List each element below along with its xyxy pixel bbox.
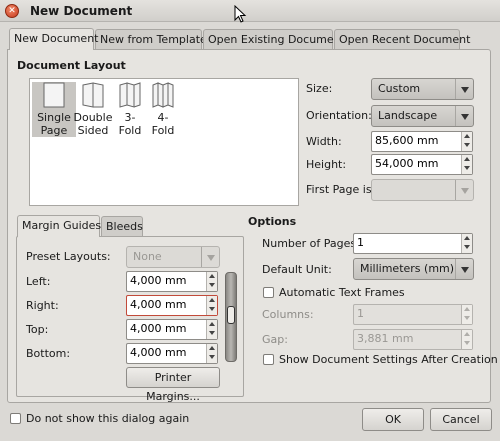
single-page-icon xyxy=(43,82,65,108)
cancel-button[interactable]: Cancel xyxy=(430,408,492,431)
columns-input[interactable] xyxy=(357,307,440,320)
options-heading: Options xyxy=(248,215,297,228)
layout-option-label: Page xyxy=(40,124,68,137)
height-spinbox[interactable] xyxy=(371,154,473,175)
number-of-pages-spinbox[interactable] xyxy=(353,233,473,254)
height-input[interactable] xyxy=(375,157,445,170)
ok-button[interactable]: OK xyxy=(362,408,424,431)
spin-buttons[interactable] xyxy=(206,296,217,315)
chevron-down-icon xyxy=(455,259,473,279)
spin-buttons[interactable] xyxy=(461,305,472,324)
spin-buttons[interactable] xyxy=(206,272,217,291)
layout-option-label: Single xyxy=(37,111,71,124)
spin-buttons[interactable] xyxy=(206,320,217,339)
left-margin-input[interactable] xyxy=(130,274,193,287)
tab-bleeds[interactable]: Bleeds xyxy=(101,216,143,237)
bottom-margin-label: Bottom: xyxy=(26,347,71,360)
tab-open-existing[interactable]: Open Existing Document xyxy=(203,29,345,50)
chevron-down-icon xyxy=(455,180,473,200)
tab-new-from-template[interactable]: New from Template xyxy=(95,29,207,50)
orientation-label: Orientation: xyxy=(306,109,372,122)
close-icon[interactable]: ✕ xyxy=(5,4,19,18)
window-title: New Document xyxy=(30,4,133,18)
automatic-text-frames-checkbox[interactable] xyxy=(263,287,274,298)
left-margin-spinbox[interactable] xyxy=(126,271,218,292)
three-fold-icon xyxy=(119,82,141,108)
four-fold-icon xyxy=(152,82,174,108)
layout-option-label: 4- xyxy=(157,111,169,124)
automatic-text-frames-label: Automatic Text Frames xyxy=(279,286,405,299)
dont-show-checkbox[interactable] xyxy=(10,413,21,424)
size-label: Size: xyxy=(306,82,333,95)
document-layout-heading: Document Layout xyxy=(17,59,126,72)
spin-buttons[interactable] xyxy=(461,234,472,253)
title-bar[interactable]: ✕ New Document xyxy=(0,0,500,23)
spin-buttons[interactable] xyxy=(461,132,472,151)
show-settings-checkbox[interactable] xyxy=(263,354,274,365)
chevron-down-icon xyxy=(455,106,473,126)
top-margin-label: Top: xyxy=(26,323,49,336)
width-label: Width: xyxy=(306,135,342,148)
dont-show-label: Do not show this dialog again xyxy=(26,412,190,425)
tab-margin-guides[interactable]: Margin Guides xyxy=(17,215,101,237)
columns-label: Columns: xyxy=(262,308,314,321)
layout-single-page[interactable]: Single Page xyxy=(32,82,76,137)
first-page-dropdown[interactable] xyxy=(371,179,474,201)
double-sided-icon xyxy=(82,82,104,108)
orientation-dropdown[interactable]: Landscape xyxy=(371,105,474,127)
right-margin-input[interactable] xyxy=(130,298,193,311)
default-unit-dropdown[interactable]: Millimeters (mm) xyxy=(353,258,474,280)
spin-buttons[interactable] xyxy=(206,344,217,363)
preset-layouts-value: None xyxy=(133,250,162,263)
width-input[interactable] xyxy=(375,134,445,147)
preset-layouts-dropdown[interactable]: None xyxy=(126,246,220,268)
left-margin-label: Left: xyxy=(26,275,51,288)
gap-spinbox[interactable] xyxy=(353,329,473,350)
number-of-pages-input[interactable] xyxy=(357,236,440,249)
layout-option-label: Fold xyxy=(151,124,175,137)
gap-label: Gap: xyxy=(262,333,288,346)
layout-4-fold[interactable]: 4- Fold xyxy=(141,82,185,137)
first-page-label: First Page is: xyxy=(306,183,376,196)
top-margin-spinbox[interactable] xyxy=(126,319,218,340)
bottom-margin-spinbox[interactable] xyxy=(126,343,218,364)
size-value: Custom xyxy=(378,82,421,95)
right-margin-spinbox[interactable] xyxy=(126,295,218,316)
gap-input[interactable] xyxy=(357,332,440,345)
chevron-down-icon xyxy=(201,247,219,267)
preset-layouts-label: Preset Layouts: xyxy=(26,250,111,263)
default-unit-label: Default Unit: xyxy=(262,263,332,276)
bottom-margin-input[interactable] xyxy=(130,346,193,359)
height-label: Height: xyxy=(306,158,347,171)
size-dropdown[interactable]: Custom xyxy=(371,78,474,100)
tab-new-document[interactable]: New Document xyxy=(9,28,98,50)
right-margin-label: Right: xyxy=(26,299,59,312)
show-settings-label: Show Document Settings After Creation xyxy=(279,353,498,366)
chain-link-icon xyxy=(227,306,235,324)
width-spinbox[interactable] xyxy=(371,131,473,152)
default-unit-value: Millimeters (mm) xyxy=(360,262,455,275)
chevron-down-icon xyxy=(455,79,473,99)
mouse-cursor-icon xyxy=(234,5,247,23)
number-of-pages-label: Number of Pages: xyxy=(262,237,360,250)
tab-open-recent[interactable]: Open Recent Document xyxy=(334,29,470,50)
orientation-value: Landscape xyxy=(378,109,438,122)
spin-buttons[interactable] xyxy=(461,155,472,174)
top-margin-input[interactable] xyxy=(130,322,193,335)
columns-spinbox[interactable] xyxy=(353,304,473,325)
printer-margins-button[interactable]: Printer Margins... xyxy=(126,367,220,403)
spin-buttons[interactable] xyxy=(461,330,472,349)
